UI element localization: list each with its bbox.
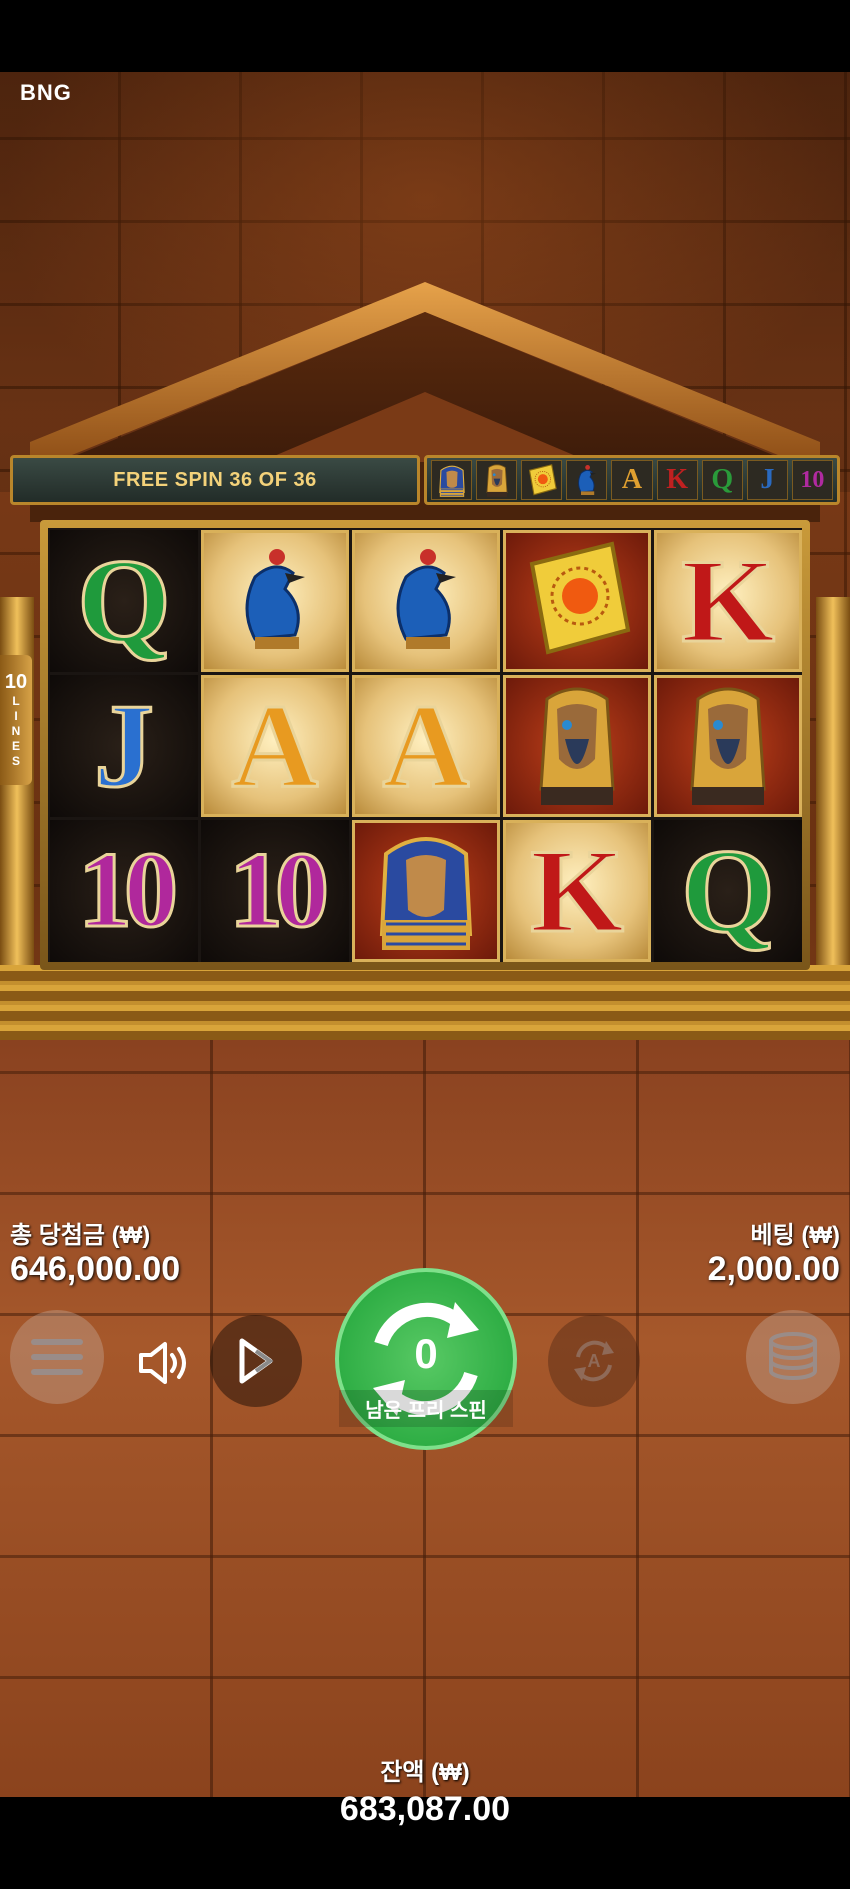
symbol-Q: Q [680, 824, 776, 957]
reel-cell-0-4: K [654, 530, 802, 672]
autoplay-button[interactable]: A [548, 1315, 640, 1407]
balance-value: 683,087.00 [339, 1790, 511, 1828]
symbol-10: 10 [228, 831, 331, 950]
symbol-K: K [529, 824, 625, 957]
reel-cell-2-2 [352, 820, 500, 962]
turbo-button[interactable] [210, 1315, 302, 1407]
bet-label: 베팅 (₩) [750, 1222, 840, 1249]
reel-cell-2-1: 10 [201, 820, 349, 962]
hamburger-menu-icon [31, 1339, 83, 1375]
paytable-symbol-Q: Q [701, 460, 743, 500]
bet-value[interactable]: 2,000.00 [708, 1250, 840, 1289]
horus-icon [668, 679, 788, 814]
falcon-icon [366, 539, 486, 664]
scarab-icon [521, 460, 563, 500]
reel-cell-2-4: Q [654, 820, 802, 962]
reel-cell-1-3 [503, 675, 651, 817]
play-fast-icon [239, 1338, 274, 1384]
reel-cell-2-3: K [503, 820, 651, 962]
reel-cell-0-3 [503, 530, 651, 672]
paytable-symbol-A: A [611, 460, 653, 500]
horus-icon [517, 679, 637, 814]
free-spin-text: FREE SPIN 36 OF 36 [113, 468, 317, 491]
status-bar [0, 0, 850, 72]
lines-count: 10 [4, 671, 28, 693]
paytable-symbol-J: J [746, 460, 788, 500]
coin-stack-icon [769, 1332, 817, 1380]
autoplay-icon: A [574, 1340, 614, 1382]
symbol-A: A [230, 679, 320, 812]
falcon-icon [566, 460, 608, 500]
falcon-icon [215, 539, 335, 664]
reel-cell-1-4 [654, 675, 802, 817]
sound-button[interactable] [128, 1328, 198, 1398]
paytable-symbol-K: K [656, 460, 698, 500]
symbol-Q: Q [76, 534, 172, 667]
total-win-label: 총 당첨금 (₩) [10, 1222, 151, 1249]
free-spins-remaining-label: 남은 프리 스핀 [339, 1390, 513, 1427]
brand-logo: BNG [20, 80, 72, 105]
book-icon [512, 534, 642, 669]
lines-word: LINES [11, 694, 21, 768]
pharaoh-icon [366, 824, 486, 959]
reel-cell-1-2: A [352, 675, 500, 817]
horus-icon [476, 460, 518, 500]
total-win-value: 646,000.00 [10, 1250, 181, 1288]
paytable-symbol-10: 10 [791, 460, 833, 500]
menu-button[interactable] [10, 1310, 104, 1404]
reel-cell-2-0: 10 [50, 820, 198, 962]
reel-cell-0-1 [201, 530, 349, 672]
coins-button[interactable] [746, 1310, 840, 1404]
free-spin-banner: FREE SPIN 36 OF 36 [10, 455, 420, 505]
symbol-A: A [381, 679, 471, 812]
spin-button[interactable]: 0 남은 프리 스핀 [335, 1268, 517, 1450]
symbol-K: K [680, 534, 776, 667]
temple-steps [0, 965, 850, 1045]
reel-cell-0-0: Q [50, 530, 198, 672]
symbol-J: J [93, 679, 156, 812]
speaker-icon [139, 1342, 186, 1384]
reel-frame: Q K J A A 10 10 K Q [40, 520, 810, 970]
reel-cell-1-0: J [50, 675, 198, 817]
paytable-strip[interactable]: A K Q J 10 [424, 455, 840, 505]
balance-label: 잔액 (₩) [380, 1759, 470, 1786]
symbol-10: 10 [77, 831, 180, 950]
reel-grid: Q K J A A 10 10 K Q [48, 528, 802, 962]
reel-cell-1-1: A [201, 675, 349, 817]
pharaoh-icon [431, 460, 473, 500]
svg-text:A: A [588, 1351, 601, 1371]
lines-indicator: 10 LINES [0, 655, 32, 785]
reel-cell-0-2 [352, 530, 500, 672]
